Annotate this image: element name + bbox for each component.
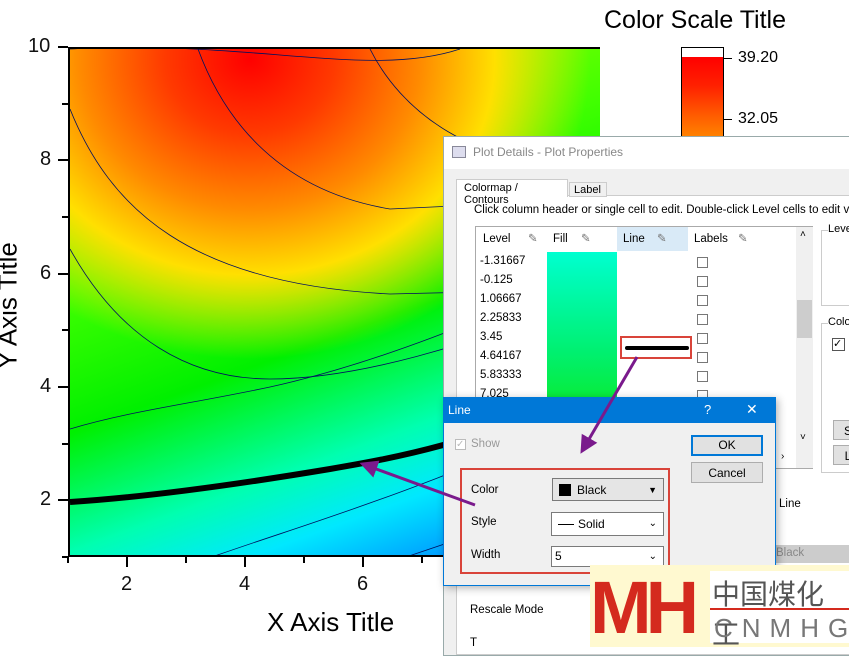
annotation-arrows [359,356,639,507]
arrow-to-dialog [580,356,639,454]
watermark-logo: MH [590,566,699,649]
watermark: MH 中国煤化工 CNMHG [590,565,849,650]
arrow-to-contour [359,460,476,507]
watermark-en: CNMHG [714,613,849,643]
